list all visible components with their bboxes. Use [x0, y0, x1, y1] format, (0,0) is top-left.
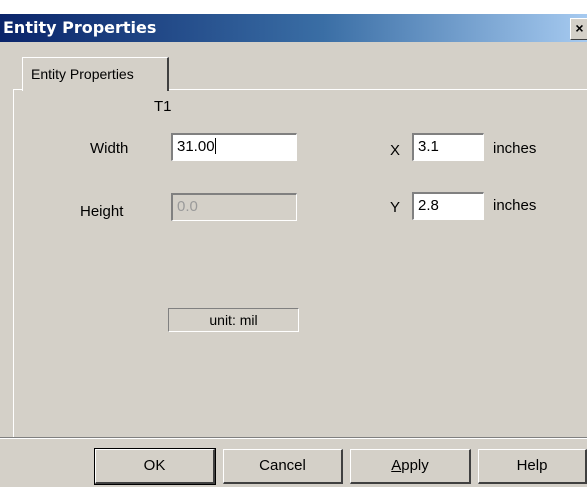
window-title: Entity Properties — [3, 18, 157, 37]
width-value: 31.00 — [177, 138, 215, 155]
title-bar[interactable]: Entity Properties × — [0, 14, 587, 42]
tab-entity-properties[interactable]: Entity Properties — [22, 57, 169, 91]
ok-label: OK — [143, 457, 166, 474]
y-unit-label: inches — [493, 197, 537, 214]
y-label: Y — [390, 199, 401, 216]
height-label: Height — [80, 203, 124, 220]
cancel-label: Cancel — [259, 457, 306, 474]
close-button[interactable]: × — [570, 18, 587, 40]
x-unit-label: inches — [493, 140, 537, 157]
apply-accelerator: A — [391, 457, 402, 474]
height-input[interactable]: 0.0 — [171, 193, 297, 221]
y-value: 2.8 — [418, 197, 439, 214]
unit-text: unit: mil — [209, 312, 258, 328]
help-label: Help — [516, 457, 548, 474]
separator-highlight — [0, 438, 587, 439]
width-label: Width — [90, 140, 129, 157]
text-caret — [214, 138, 216, 154]
apply-button[interactable]: Apply — [350, 449, 471, 484]
cancel-button[interactable]: Cancel — [223, 449, 343, 484]
x-label: X — [390, 142, 401, 159]
apply-label-rest: pply — [401, 457, 429, 474]
x-input[interactable]: 3.1 — [412, 133, 484, 161]
tab-panel: T1 Width 31.00 X 3.1 inches Height 0.0 Y… — [13, 89, 587, 438]
y-input[interactable]: 2.8 — [412, 192, 484, 220]
ok-button[interactable]: OK — [94, 448, 216, 485]
dialog-body: Entity Properties T1 Width 31.00 X 3.1 i… — [0, 42, 587, 487]
apply-label: Apply — [391, 457, 429, 474]
entity-name-label: T1 — [154, 98, 172, 115]
help-button[interactable]: Help — [478, 449, 587, 484]
unit-indicator: unit: mil — [168, 308, 299, 332]
height-value: 0.0 — [177, 198, 198, 215]
x-value: 3.1 — [418, 138, 439, 155]
close-icon: × — [575, 20, 584, 36]
tab-label: Entity Properties — [31, 66, 134, 82]
width-input[interactable]: 31.00 — [171, 133, 297, 161]
